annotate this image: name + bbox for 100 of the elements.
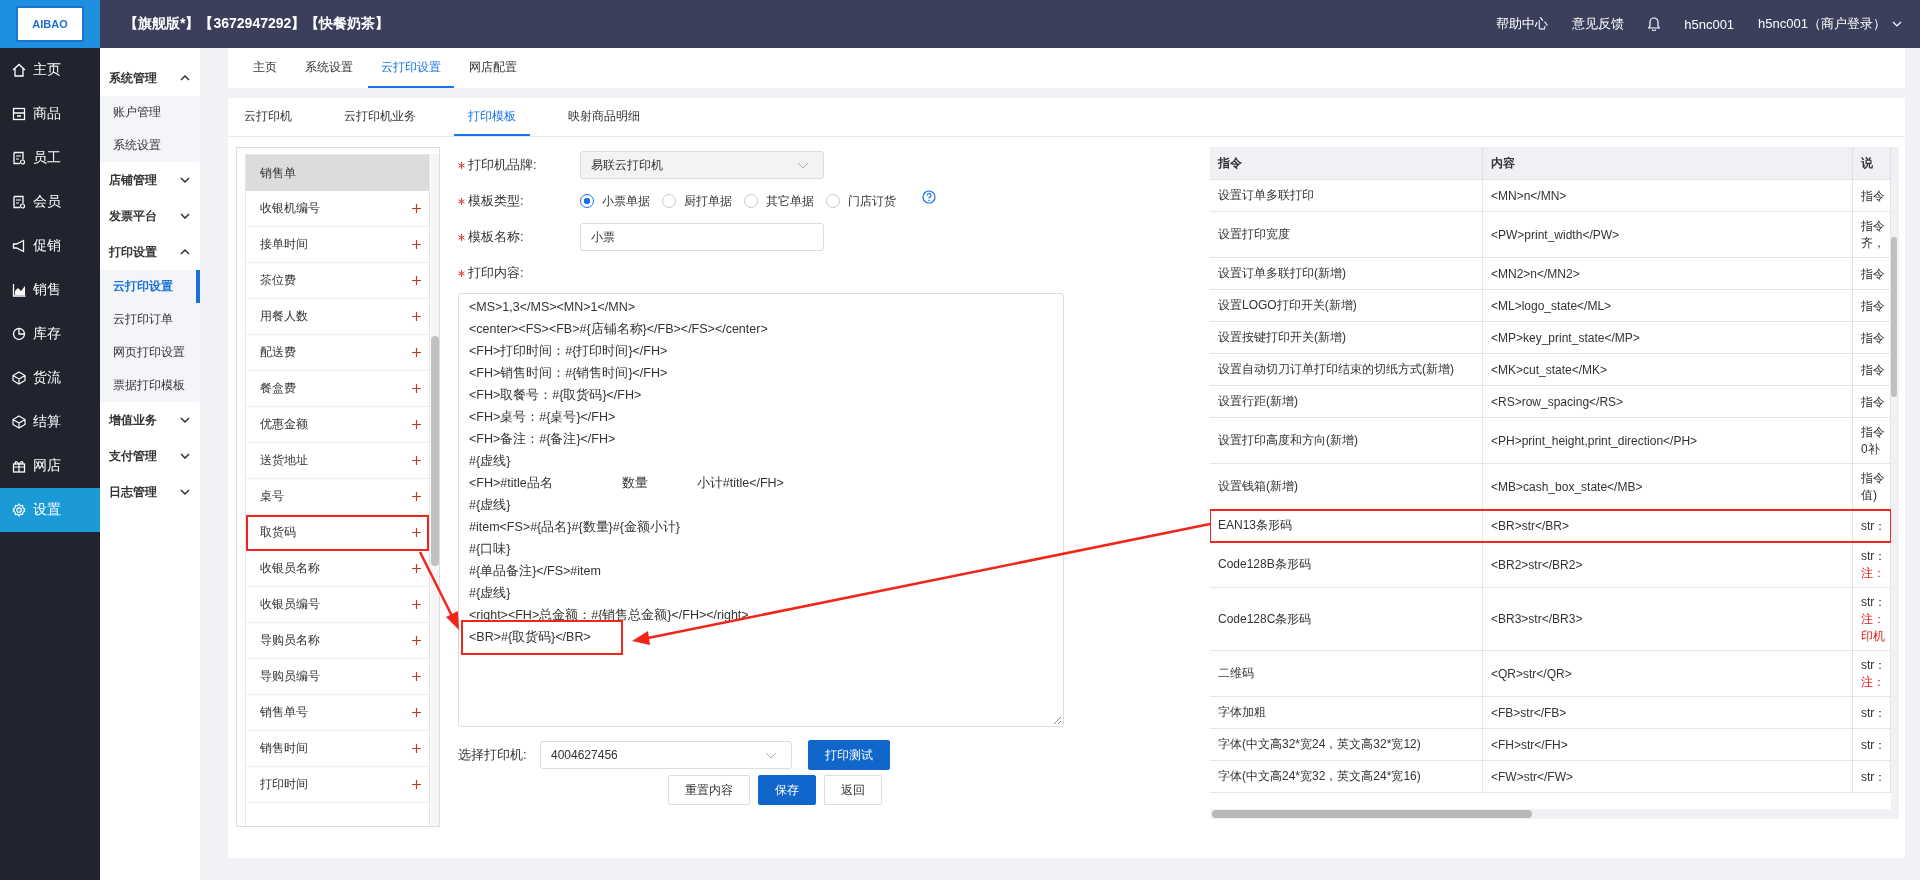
field-item[interactable]: 接单时间	[246, 227, 429, 263]
menu-item[interactable]: 云打印订单	[100, 303, 200, 336]
sidebar-item[interactable]: 员工	[0, 136, 100, 180]
user-name[interactable]: h5nc001	[1684, 16, 1735, 32]
table-cell: 设置订单多联打印(新增)	[1210, 258, 1483, 289]
menu-item[interactable]: 网页打印设置	[100, 336, 200, 369]
template-line: <FH>打印时间：#{打印时间}</FH>	[469, 342, 668, 360]
table-cell: 设置订单多联打印	[1210, 180, 1483, 211]
printer-select[interactable]: 4004627456	[540, 741, 792, 769]
field-item[interactable]: 用餐人数	[246, 299, 429, 335]
menu-group[interactable]: 增值业务	[100, 402, 200, 438]
radio-button[interactable]	[580, 194, 594, 208]
menu-group[interactable]: 支付管理	[100, 438, 200, 474]
menu-group[interactable]: 发票平台	[100, 198, 200, 234]
sidebar-item[interactable]: 主页	[0, 48, 100, 92]
field-item[interactable]: 餐盒费	[246, 371, 429, 407]
table-cell: <BR>str</BR>	[1483, 510, 1853, 541]
template-name-field[interactable]: 小票	[580, 223, 824, 251]
sidebar-item[interactable]: 会员	[0, 180, 100, 224]
field-item[interactable]: 销售时间	[246, 731, 429, 767]
print-test-button[interactable]: 打印测试	[808, 740, 890, 770]
note-text: 注：	[1861, 674, 1885, 690]
sidebar-item[interactable]: 库存	[0, 312, 100, 356]
field-item[interactable]: 销售单号	[246, 695, 429, 731]
account-menu[interactable]: h5nc001（商户登录）	[1758, 15, 1902, 33]
tab[interactable]: 打印模板	[454, 98, 530, 136]
field-item[interactable]: 收银机编号	[246, 191, 429, 227]
menu-group[interactable]: 日志管理	[100, 474, 200, 510]
field-item[interactable]: 送货地址	[246, 443, 429, 479]
sidebar-item[interactable]: 货流	[0, 356, 100, 400]
tab[interactable]: 网店配置	[456, 48, 530, 88]
menu-item[interactable]: 云打印设置	[100, 270, 200, 303]
field-item[interactable]: 配送费	[246, 335, 429, 371]
table-cell: 设置钱箱(新增)	[1210, 464, 1483, 509]
note-text: 指令	[1861, 329, 1885, 346]
tab[interactable]: 云打印机业务	[330, 98, 430, 136]
help-icon[interactable]	[922, 190, 936, 204]
field-item[interactable]: 导购员名称	[246, 623, 429, 659]
sidebar-item[interactable]: 商品	[0, 92, 100, 136]
chevron-icon	[765, 751, 777, 759]
sidebar-item[interactable]: 促销	[0, 224, 100, 268]
table-cell: 设置打印高度和方向(新增)	[1210, 418, 1483, 463]
tab[interactable]: 主页	[240, 48, 290, 88]
action-button[interactable]: 返回	[824, 775, 882, 805]
print-content-field[interactable]	[458, 293, 1064, 727]
radio-option[interactable]: 厨打单据	[662, 192, 732, 210]
field-item[interactable]: 收银员名称	[246, 551, 429, 587]
header-link[interactable]: 意见反馈	[1572, 15, 1625, 33]
template-line: #{虚线}	[469, 584, 511, 602]
menu-item[interactable]: 账户管理	[100, 96, 200, 129]
sidebar-item[interactable]: 网店	[0, 444, 100, 488]
radio-option[interactable]: 门店订货	[826, 192, 896, 210]
pie-chart-icon	[12, 327, 26, 341]
table-cell: <MB>cash_box_state</MB>	[1483, 464, 1853, 509]
note-text: 指令	[1861, 393, 1885, 410]
note-text: 指令	[1861, 424, 1885, 440]
menu-group[interactable]: 店铺管理	[100, 162, 200, 198]
template-line: <FH>备注：#{备注}</FH>	[469, 430, 616, 448]
menu-group[interactable]: 系统管理	[100, 60, 200, 96]
sidebar-item[interactable]: 结算	[0, 400, 100, 444]
menu-group[interactable]: 打印设置	[100, 234, 200, 270]
field-item[interactable]: 收银员编号	[246, 587, 429, 623]
field-item[interactable]: 优惠金额	[246, 407, 429, 443]
field-item[interactable]: 取货码	[246, 515, 429, 551]
menu-item[interactable]: 票据打印模板	[100, 369, 200, 402]
plus-icon	[412, 780, 421, 789]
template-line: <FH>桌号：#{桌号}</FH>	[469, 408, 616, 426]
table-cell: 设置按键打印开关(新增)	[1210, 322, 1483, 353]
tab[interactable]: 系统设置	[292, 48, 366, 88]
tab[interactable]: 云打印设置	[368, 48, 454, 88]
radio-option[interactable]: 小票单据	[580, 192, 650, 210]
table-cell: <RS>row_spacing</RS>	[1483, 386, 1853, 417]
bell-icon[interactable]	[1648, 17, 1661, 31]
action-button[interactable]: 保存	[758, 775, 816, 805]
scrollbar[interactable]	[1891, 147, 1899, 819]
note-text: 注：	[1861, 565, 1885, 581]
field-item[interactable]: 茶位费	[246, 263, 429, 299]
resize-grip-icon[interactable]	[1053, 716, 1061, 724]
header-link[interactable]: 帮助中心	[1496, 15, 1549, 33]
action-button[interactable]: 重置内容	[668, 775, 750, 805]
caret-icon	[1892, 21, 1902, 27]
tab[interactable]: 云打印机	[230, 98, 306, 136]
field-item[interactable]: 导购员编号	[246, 659, 429, 695]
field-item[interactable]: 桌号	[246, 479, 429, 515]
radio-option[interactable]: 其它单据	[744, 192, 814, 210]
chevron-icon	[180, 417, 190, 423]
field-label: 打印内容:	[468, 264, 524, 282]
scrollbar[interactable]	[1210, 809, 1891, 819]
note-text: 指令	[1861, 297, 1885, 314]
tab[interactable]: 映射商品明细	[554, 98, 654, 136]
field-item[interactable]: 打印时间	[246, 767, 429, 803]
note-text: str：	[1861, 657, 1887, 673]
field-label: 打印机品牌:	[468, 156, 537, 174]
scrollbar[interactable]	[431, 154, 439, 826]
table-cell: 设置LOGO打印开关(新增)	[1210, 290, 1483, 321]
table-cell: <FB>str</FB>	[1483, 697, 1853, 728]
id-card-icon	[12, 195, 26, 209]
menu-item[interactable]: 系统设置	[100, 129, 200, 162]
sidebar-item[interactable]: 销售	[0, 268, 100, 312]
table-cell: <BR3>str</BR3>	[1483, 588, 1853, 650]
